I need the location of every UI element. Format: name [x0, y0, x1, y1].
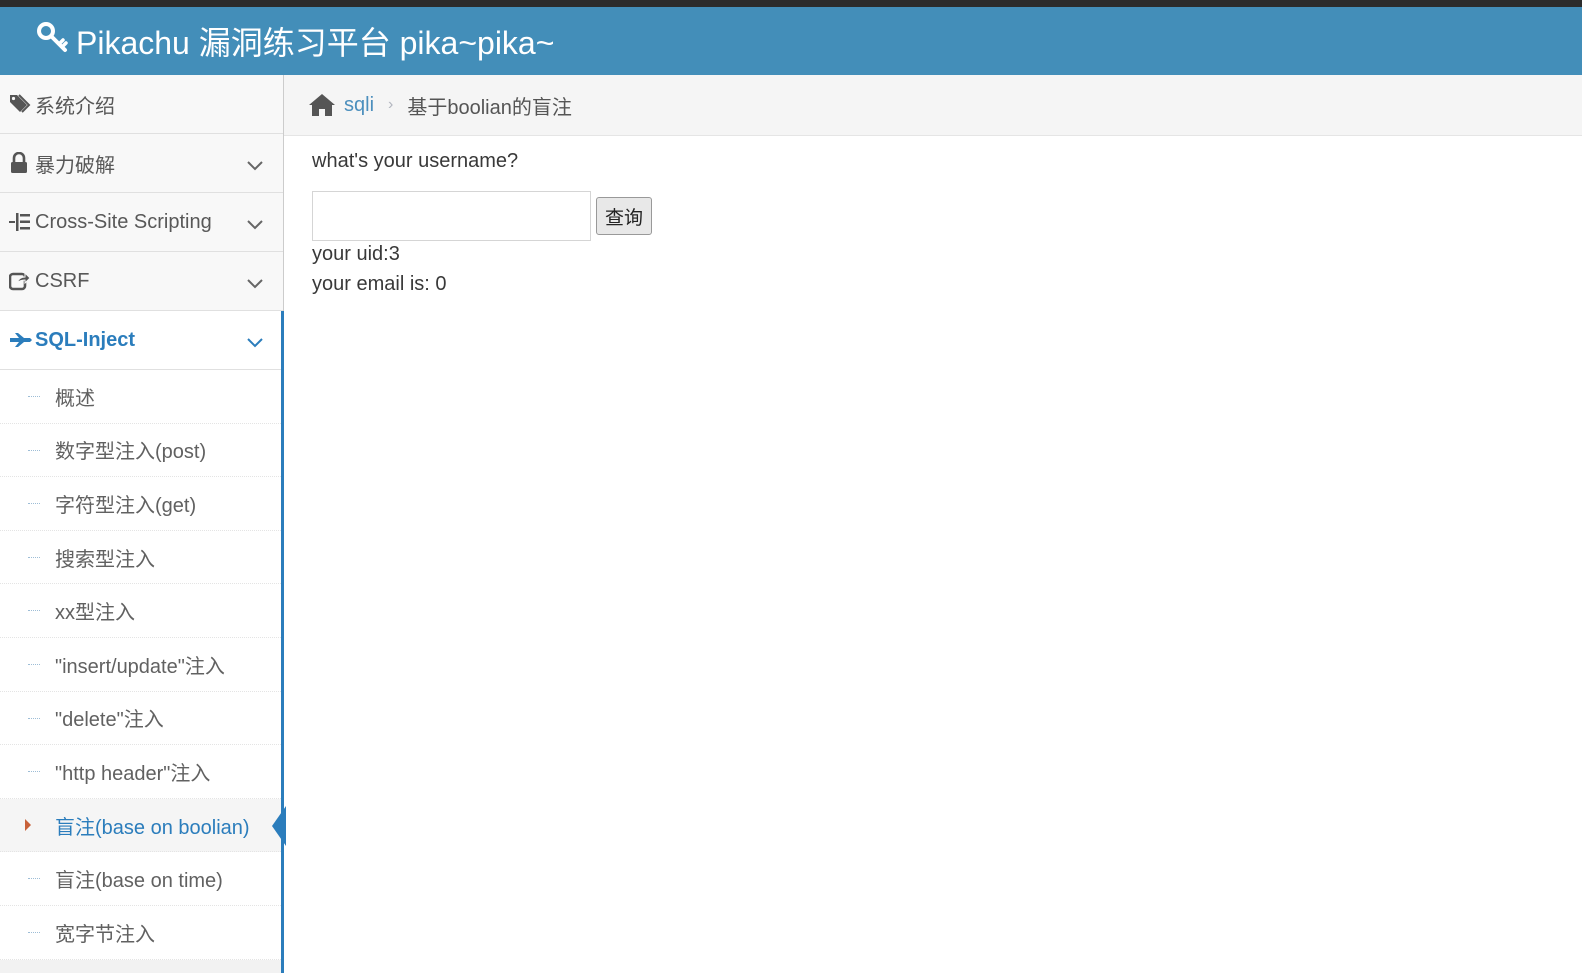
breadcrumb-link-sqli[interactable]: sqli	[344, 94, 374, 117]
result-email: your email is: 0	[312, 273, 447, 295]
username-input[interactable]	[312, 191, 591, 241]
submenu-item-http-header[interactable]: "http header"注入	[0, 745, 283, 799]
sidebar-item-csrf[interactable]: CSRF	[0, 252, 283, 311]
sidebar-item-sql-inject[interactable]: SQL-Inject	[0, 311, 283, 370]
lock-icon	[9, 152, 35, 174]
sidebar-item-label: 系统介绍	[35, 95, 115, 118]
sql-inject-submenu: 概述 数字型注入(post) 字符型注入(get) 搜索型注入 xx型注入 "i…	[0, 370, 286, 960]
share-square-icon	[9, 271, 35, 291]
sidebar-item-brute-force[interactable]: 暴力破解	[0, 134, 283, 193]
chevron-down-icon	[247, 272, 263, 295]
breadcrumb-current: 基于boolian的盲注	[407, 96, 572, 119]
submenu-item-delete[interactable]: "delete"注入	[0, 691, 283, 746]
query-button[interactable]: 查询	[596, 197, 652, 235]
chevron-down-icon	[247, 331, 263, 354]
submenu-item-blind-time[interactable]: 盲注(base on time)	[0, 852, 283, 906]
sidebar-item-label: CSRF	[35, 269, 90, 292]
submenu-item-overview[interactable]: 概述	[0, 370, 283, 424]
submenu-item-wide-byte[interactable]: 宽字节注入	[0, 905, 283, 960]
submenu-item-insert-update[interactable]: "insert/update"注入	[0, 637, 283, 692]
sidebar-item-label: SQL-Inject	[35, 328, 136, 351]
top-navbar: Pikachu 漏洞练习平台 pika~pika~	[0, 0, 1582, 75]
brand-title: Pikachu 漏洞练习平台 pika~pika~	[76, 25, 555, 61]
chevron-right-icon: ›	[388, 96, 394, 113]
username-prompt: what's your username?	[312, 150, 519, 172]
key-icon	[36, 21, 76, 61]
sidebar: 系统介绍 暴力破解 Cross-Site Scripting CSRF SQL-…	[0, 75, 286, 973]
chevron-down-icon	[247, 213, 263, 236]
result-uid: your uid:3	[312, 243, 400, 265]
submenu-item-numeric-post[interactable]: 数字型注入(post)	[0, 423, 283, 478]
sidebar-item-xss[interactable]: Cross-Site Scripting	[0, 193, 283, 252]
breadcrumb: sqli › 基于boolian的盲注	[284, 75, 1582, 136]
submenu-item-search[interactable]: 搜索型注入	[0, 530, 283, 585]
home-icon[interactable]	[308, 93, 336, 117]
tags-icon	[9, 93, 35, 115]
submenu-item-blind-boolean[interactable]: 盲注(base on boolian)	[0, 798, 286, 853]
submenu-item-string-get[interactable]: 字符型注入(get)	[0, 477, 283, 531]
fighter-jet-icon	[9, 332, 35, 348]
sidebar-item-intro[interactable]: 系统介绍	[0, 75, 283, 134]
sidebar-item-label: 暴力破解	[35, 154, 115, 177]
list-tree-icon	[9, 212, 35, 232]
submenu-item-label: 盲注(base on boolian)	[55, 816, 250, 839]
sidebar-item-label: Cross-Site Scripting	[35, 210, 212, 233]
sidebar-active-indicator	[281, 311, 284, 973]
brand[interactable]: Pikachu 漏洞练习平台 pika~pika~	[36, 21, 554, 61]
caret-right-icon	[25, 818, 31, 831]
submenu-item-xx[interactable]: xx型注入	[0, 584, 283, 638]
chevron-down-icon	[247, 154, 263, 177]
